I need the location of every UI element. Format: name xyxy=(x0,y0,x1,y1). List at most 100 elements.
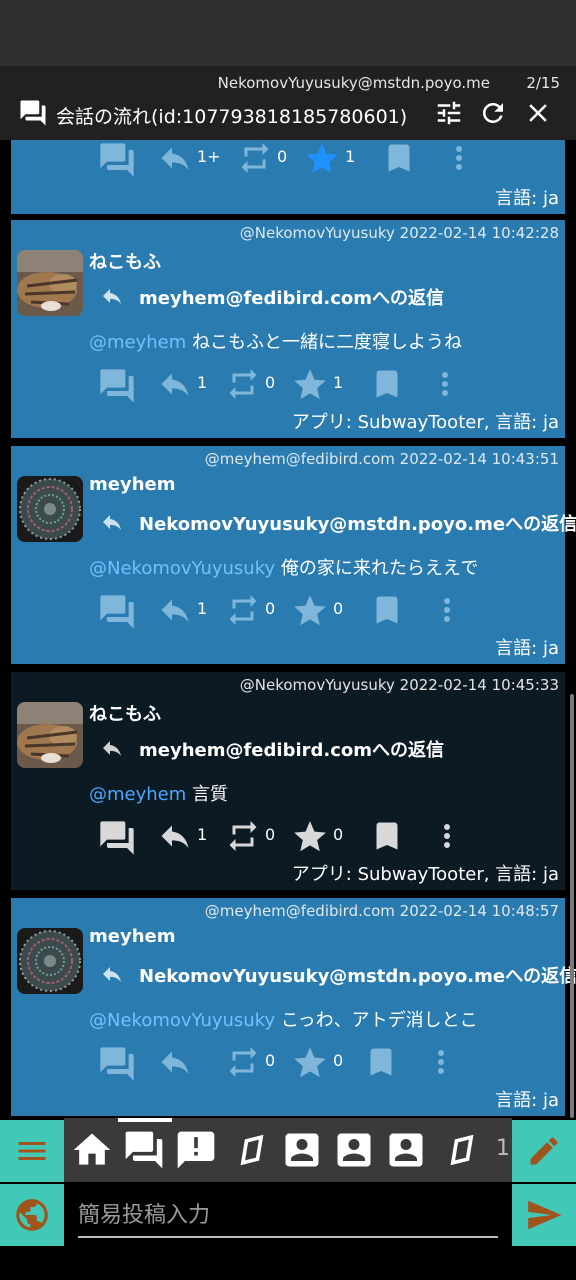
status-card-selected[interactable]: @NekomovYuyusuky 2022-02-14 10:45:33 ねこも… xyxy=(11,672,565,890)
status-meta: @meyhem@fedibird.com 2022-02-14 10:43:51 xyxy=(204,450,559,468)
column-tabs: 1 xyxy=(64,1118,512,1182)
mention-link[interactable]: @NekomovYuyusuky xyxy=(89,1010,275,1031)
send-button[interactable] xyxy=(512,1184,576,1246)
tag-icon[interactable] xyxy=(230,1128,274,1172)
tab-indicator xyxy=(118,1118,172,1122)
display-name[interactable]: ねこもふ xyxy=(89,700,161,726)
profile-icon[interactable] xyxy=(332,1128,376,1172)
bookmark-icon xyxy=(388,144,410,172)
profile-icon[interactable] xyxy=(384,1128,428,1172)
display-name[interactable]: meyhem xyxy=(89,474,175,495)
reply-icon xyxy=(103,515,121,530)
reply-icon xyxy=(161,1051,189,1074)
status-meta: @meyhem@fedibird.com 2022-02-14 10:48:57 xyxy=(204,902,559,920)
cat-avatar-image xyxy=(17,250,83,316)
refresh-icon[interactable] xyxy=(478,98,508,128)
favourite-count: 0 xyxy=(333,599,344,618)
avatar[interactable] xyxy=(17,928,83,994)
menu-button[interactable] xyxy=(0,1120,64,1182)
status-footer: アプリ: SubwayTooter, 言語: ja xyxy=(291,412,559,433)
display-name[interactable]: meyhem xyxy=(89,926,175,947)
pattern-avatar-image xyxy=(17,928,83,994)
conversation-icon xyxy=(100,1047,134,1081)
home-icon[interactable] xyxy=(70,1128,114,1172)
scrollbar[interactable] xyxy=(570,694,574,1118)
compose-button[interactable] xyxy=(512,1120,576,1182)
mention-link[interactable]: @meyhem xyxy=(89,332,186,353)
reply-count: 1 xyxy=(197,599,208,618)
status-meta: @NekomovYuyusuky 2022-02-14 10:45:33 xyxy=(239,676,559,694)
status-footer: 言語: ja xyxy=(495,188,559,209)
reply-icon xyxy=(103,967,121,982)
conversation-timeline[interactable]: 1+ 0 1 言語: ja @NekomovYuyusuky 2022-02-1… xyxy=(0,140,576,1118)
settings-sliders-icon[interactable] xyxy=(434,98,464,128)
more-vertical-icon xyxy=(444,598,450,622)
status-footer: アプリ: SubwayTooter, 言語: ja xyxy=(291,864,559,885)
avatar[interactable] xyxy=(17,702,83,768)
status-footer: 言語: ja xyxy=(495,638,559,659)
bookmark-icon xyxy=(376,822,398,850)
star-icon xyxy=(306,143,338,174)
favourite-count: 1 xyxy=(345,147,356,166)
status-content: @NekomovYuyusuky こっわ、アトデ消しとこ xyxy=(89,1006,478,1032)
reply-to-label[interactable]: meyhem@fedibird.comへの返信 xyxy=(139,736,444,762)
conversation-icon xyxy=(20,100,46,126)
column-position: 2/15 xyxy=(526,74,560,92)
status-text: ねこもふと一緒に二度寝しようね xyxy=(186,332,463,353)
globe-button[interactable] xyxy=(0,1184,64,1246)
reply-icon xyxy=(103,289,121,304)
mention-link[interactable]: @meyhem xyxy=(89,784,186,805)
conversation-icon xyxy=(100,369,134,403)
status-text: 俺の家に来れたらええで xyxy=(275,558,479,579)
status-card[interactable]: @NekomovYuyusuky 2022-02-14 10:42:28 ねこも… xyxy=(11,220,565,438)
status-bar xyxy=(0,0,576,66)
avatar[interactable] xyxy=(17,476,83,542)
quick-post-input[interactable] xyxy=(78,1198,498,1238)
boost-icon xyxy=(229,821,257,851)
tag-icon[interactable] xyxy=(440,1128,484,1172)
reply-count: 1+ xyxy=(197,147,221,166)
send-icon xyxy=(528,1200,562,1230)
status-content: @meyhem 言質 xyxy=(89,780,228,806)
status-card[interactable]: @meyhem@fedibird.com 2022-02-14 10:48:57… xyxy=(11,898,576,1116)
reply-to-label[interactable]: NekomovYuyusuky@mstdn.poyo.meへの返信 xyxy=(139,510,576,536)
notification-icon[interactable] xyxy=(174,1128,218,1172)
star-icon xyxy=(294,821,326,852)
mention-link[interactable]: @NekomovYuyusuky xyxy=(89,558,275,579)
menu-icon xyxy=(18,1142,46,1160)
conversation-icon[interactable] xyxy=(122,1128,166,1172)
quick-post-area xyxy=(64,1182,512,1280)
boost-count: 0 xyxy=(265,373,276,392)
reply-count: 1 xyxy=(197,825,208,844)
boost-count: 0 xyxy=(265,599,276,618)
status-card[interactable]: 1+ 0 1 言語: ja xyxy=(11,140,565,214)
star-icon xyxy=(294,595,326,626)
status-actions: 1 0 1 xyxy=(97,362,477,403)
pencil-icon xyxy=(530,1137,558,1165)
tab-overflow-number[interactable]: 1 xyxy=(496,1136,510,1161)
bookmark-icon xyxy=(376,370,398,398)
status-content: @NekomovYuyusuky 俺の家に来れたらええで xyxy=(89,554,478,580)
star-icon xyxy=(294,369,326,400)
status-actions: 1 0 0 xyxy=(97,588,477,629)
boost-icon xyxy=(229,595,257,625)
conversation-icon xyxy=(100,595,134,629)
reply-to-label[interactable]: NekomovYuyusuky@mstdn.poyo.meへの返信 xyxy=(139,962,576,988)
close-icon[interactable] xyxy=(523,98,553,128)
reply-to-label[interactable]: meyhem@fedibird.comへの返信 xyxy=(139,284,444,310)
favourite-count: 0 xyxy=(333,1051,344,1070)
avatar[interactable] xyxy=(17,250,83,316)
profile-icon[interactable] xyxy=(280,1128,324,1172)
status-actions: 1 0 0 xyxy=(97,814,477,855)
cat-avatar-image xyxy=(17,702,83,768)
bookmark-icon xyxy=(376,596,398,624)
display-name[interactable]: ねこもふ xyxy=(89,248,161,274)
globe-icon xyxy=(16,1199,48,1231)
status-actions: 1+ 0 1 xyxy=(97,140,477,177)
column-title: 会話の流れ(id:107793818185780601) xyxy=(56,106,408,128)
status-content: @meyhem ねこもふと一緒に二度寝しようね xyxy=(89,328,462,354)
status-text: こっわ、アトデ消しとこ xyxy=(275,1010,478,1031)
reply-icon xyxy=(161,825,189,848)
status-card[interactable]: @meyhem@fedibird.com 2022-02-14 10:43:51… xyxy=(11,446,576,664)
more-vertical-icon xyxy=(444,824,450,848)
